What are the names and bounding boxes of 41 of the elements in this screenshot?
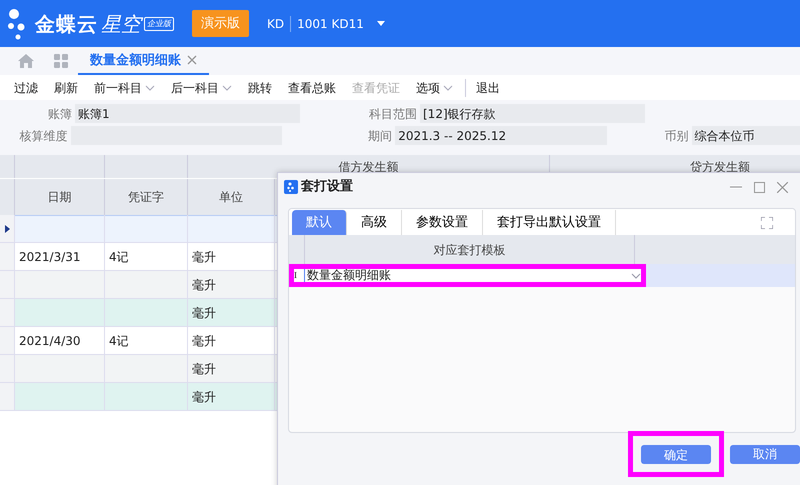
field-label: 期间 (367, 128, 394, 144)
toolbar-button[interactable]: 后一科目 (163, 78, 240, 96)
input-field[interactable]: [12]银行存款 (420, 104, 645, 123)
row-header-cell (0, 299, 15, 327)
apps-icon[interactable] (54, 54, 68, 68)
input-field[interactable]: 综合本位币 (692, 126, 800, 145)
close-icon[interactable] (187, 55, 197, 66)
template-select[interactable]: 数量金额明细账 (304, 269, 641, 282)
toolbar-button[interactable]: 过滤 (6, 78, 46, 96)
toolbar-button[interactable]: 刷新 (46, 78, 86, 96)
caret-icon[interactable] (376, 20, 386, 28)
toolbar-button[interactable]: 跳转 (240, 78, 280, 96)
toolbar-button[interactable]: 选项 (408, 78, 461, 96)
chevron-down-icon (631, 272, 641, 278)
product-name: 星空 (101, 8, 141, 38)
toolbar-button[interactable]: 退出 (465, 78, 508, 96)
home-icon[interactable] (18, 53, 34, 69)
field-label: 核算维度 (18, 128, 69, 144)
toolbar-button[interactable]: 查看总账 (280, 78, 344, 96)
chevron-down-icon (145, 84, 155, 90)
table-cell: 毫升 (188, 383, 275, 411)
row-header-cell (0, 327, 15, 355)
close-icon[interactable] (777, 182, 788, 192)
toolbar-button[interactable]: 前一科目 (86, 78, 163, 96)
fullscreen-icon[interactable] (761, 217, 773, 229)
edition-label: 企业版 (144, 16, 174, 30)
account-name[interactable]: 1001 KD11 (297, 14, 364, 32)
app-icon (284, 180, 298, 194)
dialog-title: 套打设置 (301, 178, 353, 196)
row-marker: I (294, 269, 298, 282)
chevron-down-icon (443, 84, 453, 90)
org-name: KD (267, 16, 284, 32)
chevron-down-icon (222, 84, 232, 90)
input-field[interactable]: 2021.3 -- 2025.12 (395, 126, 607, 145)
field-label: 账簿 (47, 106, 73, 122)
row-header-cell (0, 383, 15, 411)
maximize-icon[interactable] (754, 182, 765, 192)
field-label: 币别 (664, 128, 690, 144)
input-field[interactable]: 账簿1 (75, 104, 300, 123)
brand-name: 金蝶云 (35, 10, 98, 38)
field-label: 科目范围 (368, 106, 418, 122)
